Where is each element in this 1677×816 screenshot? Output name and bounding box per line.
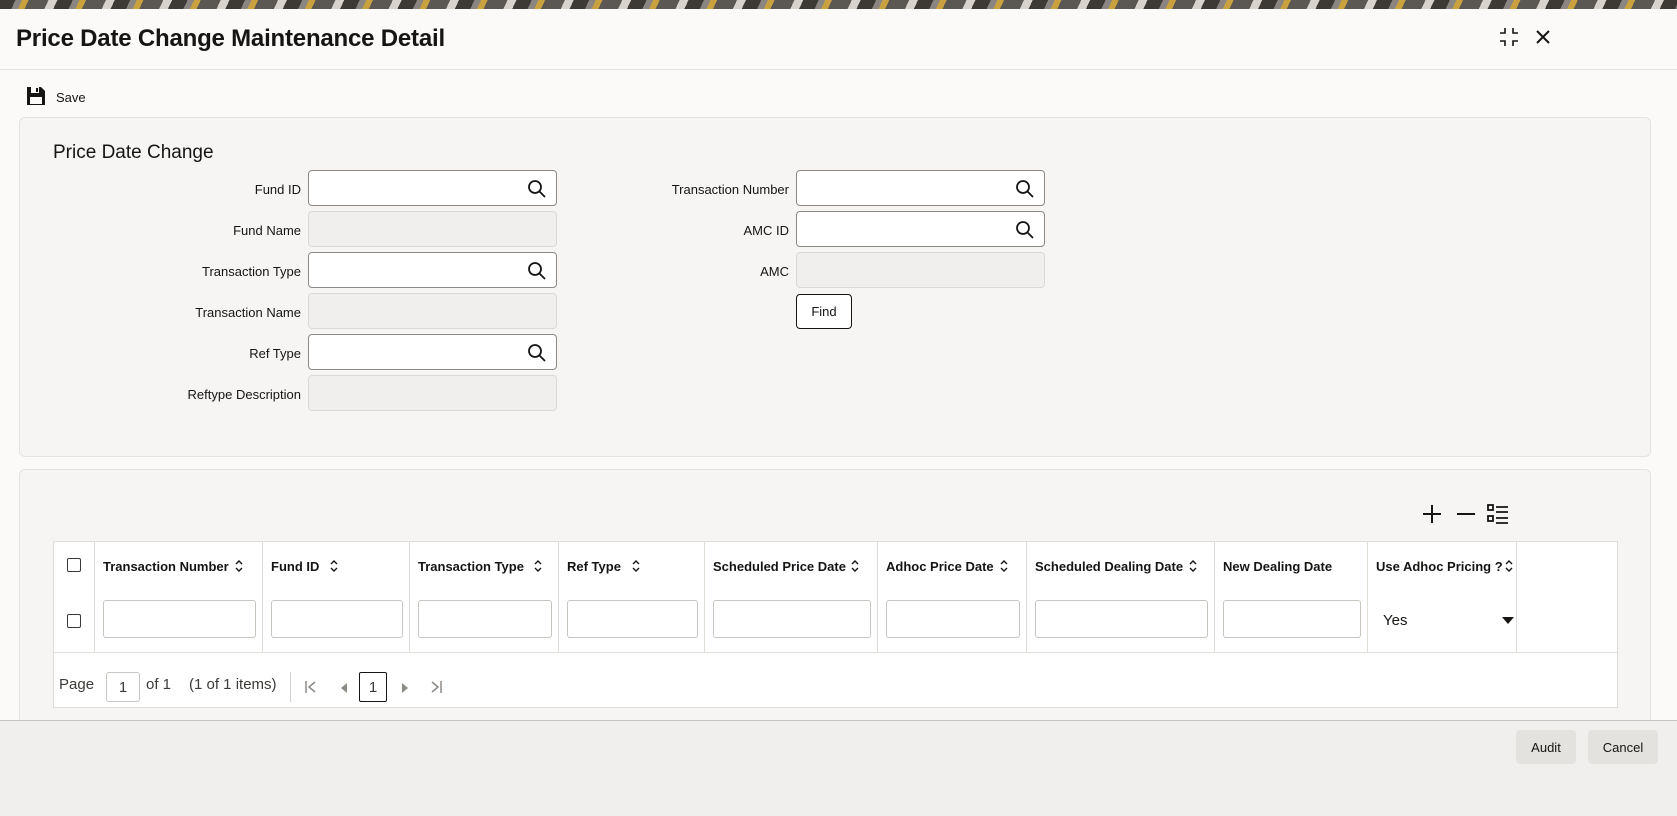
col-header-transaction-type[interactable]: Transaction Type [410,542,559,592]
col-header-adhoc-price-date[interactable]: Adhoc Price Date [878,542,1027,592]
amc-id-field[interactable] [796,211,1045,247]
save-label: Save [56,90,86,105]
section-title: Price Date Change [53,142,214,163]
use-adhoc-pricing-value: Yes [1383,612,1408,629]
dropdown-caret-icon [1502,613,1514,628]
fund-id-input[interactable] [271,600,403,638]
page-of-label: of 1 [146,676,172,693]
scheduled-price-date-input[interactable] [713,600,871,638]
transaction-number-label: Transaction Number [671,182,789,197]
sort-icon[interactable] [1188,558,1198,574]
select-all-cell [54,542,95,592]
window-title: Price Date Change Maintenance Detail [16,25,445,52]
transaction-number-input[interactable] [103,600,256,638]
select-all-checkbox[interactable] [67,558,81,572]
last-page-icon[interactable] [429,680,443,698]
header-decoration-strip [0,0,1677,9]
cell-transaction-type [410,592,559,652]
cell-use-adhoc-pricing: Yes [1368,592,1517,652]
criteria-panel: Price Date Change Fund ID Fund Name Tran… [19,117,1651,457]
items-count-label: (1 of 1 items) [189,676,277,693]
page-label: Page [59,676,95,693]
sort-icon[interactable] [1504,558,1514,574]
amc-field [796,252,1045,288]
cancel-button[interactable]: Cancel [1588,730,1658,764]
save-icon [26,86,46,109]
pager-divider [290,672,291,702]
transactions-table: Transaction Number Fund ID Transaction T… [53,541,1618,708]
table-row: Yes [54,592,1617,653]
cell-new-dealing-date [1215,592,1368,652]
add-row-icon[interactable] [1420,502,1444,526]
sort-icon[interactable] [850,558,860,574]
pagination: Page 1 of 1 (1 of 1 items) 1 [54,652,1617,707]
sort-icon[interactable] [999,558,1009,574]
transaction-number-field[interactable] [796,170,1045,206]
ref-type-label: Ref Type [249,346,301,361]
col-header-use-adhoc-pricing[interactable]: Use Adhoc Pricing ? [1368,542,1517,592]
fund-name-label: Fund Name [233,223,301,238]
amc-label: AMC [760,264,789,279]
transaction-type-label: Transaction Type [202,264,301,279]
table-header-row: Transaction Number Fund ID Transaction T… [54,542,1617,593]
adhoc-price-date-input[interactable] [886,600,1020,638]
cell-ref-type [559,592,705,652]
col-header-new-dealing-date[interactable]: New Dealing Date [1215,542,1368,592]
ref-type-input[interactable] [567,600,698,638]
search-icon[interactable] [1015,179,1035,199]
current-page-button[interactable]: 1 [359,672,387,702]
find-button[interactable]: Find [796,294,852,329]
cell-scheduled-dealing-date [1027,592,1215,652]
maintenance-window: Price Date Change Maintenance Detail Sav [0,9,1677,816]
transaction-name-label: Transaction Name [195,305,301,320]
reftype-description-label: Reftype Description [187,387,301,402]
footer-bar: Audit Cancel [0,720,1677,816]
first-page-icon[interactable] [304,680,318,698]
sort-icon[interactable] [631,558,641,574]
fund-id-label: Fund ID [254,182,301,197]
new-dealing-date-input[interactable] [1223,600,1361,638]
page-input[interactable]: 1 [106,672,140,702]
delete-row-icon[interactable] [1454,502,1478,526]
col-header-transaction-number[interactable]: Transaction Number [95,542,263,592]
col-header-fund-id[interactable]: Fund ID [263,542,410,592]
cell-transaction-number [95,592,263,652]
transaction-name-field [308,293,557,329]
col-header-ref-type[interactable]: Ref Type [559,542,705,592]
cell-fund-id [263,592,410,652]
fund-name-field [308,211,557,247]
sort-icon[interactable] [329,558,339,574]
row-checkbox[interactable] [67,614,81,628]
search-icon[interactable] [527,343,547,363]
sort-icon[interactable] [533,558,543,574]
ref-type-field[interactable] [308,334,557,370]
audit-button[interactable]: Audit [1516,730,1576,764]
title-bar: Price Date Change Maintenance Detail [0,9,1677,70]
amc-id-label: AMC ID [743,223,790,238]
close-icon[interactable] [1531,25,1555,49]
sort-icon[interactable] [234,558,244,574]
previous-page-icon[interactable] [339,681,349,698]
col-header-scheduled-price-date[interactable]: Scheduled Price Date [705,542,878,592]
use-adhoc-pricing-select[interactable]: Yes [1368,600,1517,640]
search-icon[interactable] [1015,220,1035,240]
save-button[interactable]: Save [26,86,86,109]
scheduled-dealing-date-input[interactable] [1035,600,1208,638]
cell-adhoc-price-date [878,592,1027,652]
transaction-type-input[interactable] [418,600,552,638]
search-icon[interactable] [527,179,547,199]
single-record-view-icon[interactable] [1486,502,1510,526]
toolbar: Save [0,73,1677,117]
transaction-type-field[interactable] [308,252,557,288]
col-header-scheduled-dealing-date[interactable]: Scheduled Dealing Date [1027,542,1215,592]
grid-panel: Transaction Number Fund ID Transaction T… [19,469,1651,747]
fund-id-field[interactable] [308,170,557,206]
cell-scheduled-price-date [705,592,878,652]
row-select-cell [54,592,95,652]
search-icon[interactable] [527,261,547,281]
maximize-icon[interactable] [1497,25,1521,49]
next-page-icon[interactable] [400,681,410,698]
reftype-description-field [308,375,557,411]
